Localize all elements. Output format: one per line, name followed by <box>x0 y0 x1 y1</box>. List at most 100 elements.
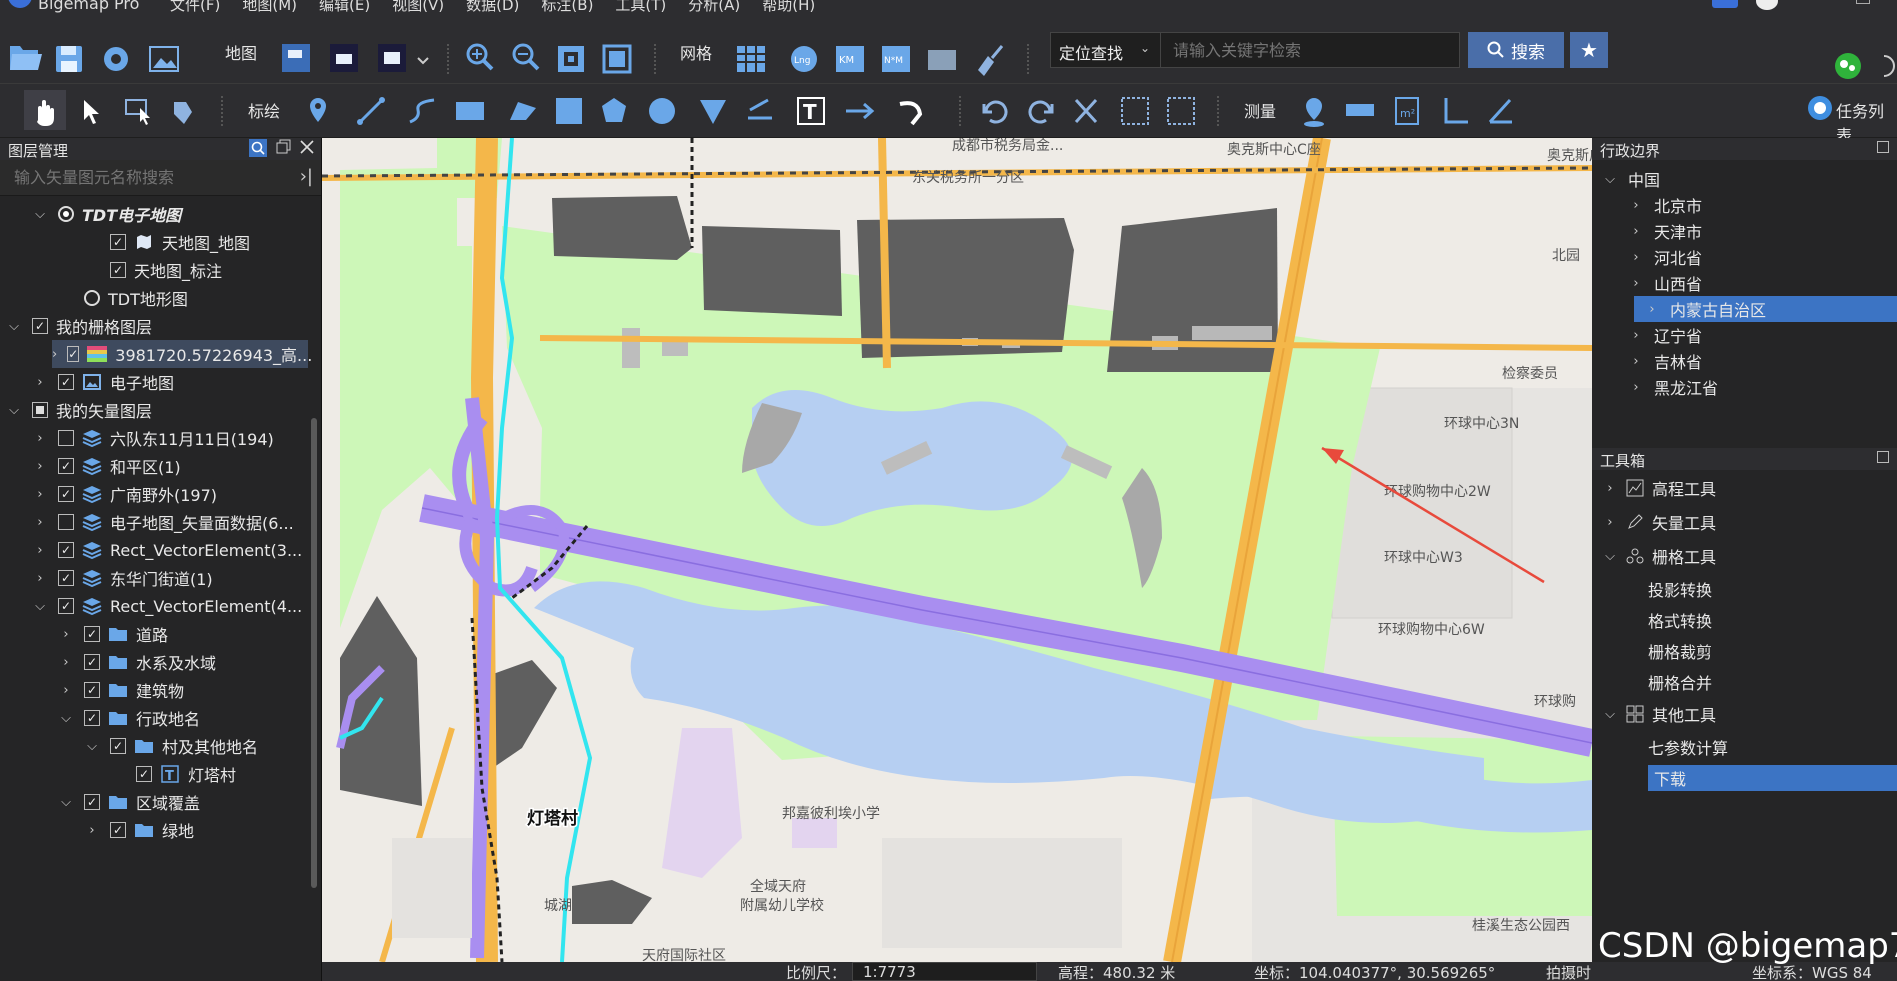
scissors-icon[interactable] <box>1074 98 1098 124</box>
polygon-fill-icon[interactable] <box>510 102 536 120</box>
arrow-draw-icon[interactable] <box>846 102 875 120</box>
layer-tree-row[interactable]: ✓ 天地图_标注 <box>0 256 310 284</box>
layer-tree-row[interactable]: ⌵ 我的矢量图层 <box>0 396 310 424</box>
layer-tree-row[interactable]: › ✓ 水系及水域 <box>0 648 310 676</box>
layer-tree-row[interactable]: ⌵ TDT电子地图 <box>0 200 310 228</box>
chevron-right-icon[interactable]: › <box>32 459 48 474</box>
layer-visibility-checkbox[interactable]: ✓ <box>58 570 74 586</box>
folder-grid-icon[interactable] <box>928 50 956 70</box>
favorite-star-button[interactable]: ★ <box>1570 32 1608 68</box>
layer-tree-row[interactable]: ⌵ ✓ 区域覆盖 <box>0 788 310 816</box>
chevron-right-icon[interactable]: › <box>1626 380 1646 395</box>
sector-draw-icon[interactable] <box>700 100 726 124</box>
select-all-icon[interactable] <box>1121 97 1149 125</box>
menu-item[interactable]: 数据(D) <box>466 0 519 15</box>
float-window-icon[interactable] <box>275 139 291 155</box>
float-window-icon[interactable] <box>1877 141 1889 153</box>
zoom-out-icon[interactable] <box>512 43 540 71</box>
layer-visibility-checkbox[interactable]: ✓ <box>58 486 74 502</box>
clear-brush-icon[interactable] <box>978 45 1004 76</box>
chevron-right-icon[interactable]: › <box>1626 224 1646 239</box>
curve-draw-icon[interactable] <box>409 98 435 124</box>
line-draw-icon[interactable] <box>357 97 385 125</box>
chevron-down-icon[interactable]: ⌵ <box>1600 172 1620 187</box>
rectangle-draw-icon[interactable] <box>456 102 484 120</box>
save-icon[interactable] <box>56 46 82 72</box>
search-toggle-icon[interactable] <box>249 139 267 157</box>
layer-tree-row[interactable]: › ✓ Rect_VectorElement(3... <box>0 536 310 564</box>
layer-tree-row[interactable]: › ✓ 绿地 <box>0 816 310 844</box>
user-avatar[interactable] <box>1756 0 1778 10</box>
layer-tree-row[interactable]: › ✓ 建筑物 <box>0 676 310 704</box>
nm-grid-icon[interactable]: N*M <box>882 46 910 72</box>
undo-icon[interactable] <box>982 100 1008 124</box>
layer-visibility-checkbox[interactable]: ✓ <box>110 234 126 250</box>
menu-item[interactable]: 帮助(H) <box>762 0 815 15</box>
image-icon[interactable] <box>149 46 179 72</box>
layer-visibility-checkbox[interactable]: ✓ <box>110 822 126 838</box>
chevron-right-icon[interactable]: › <box>58 683 74 698</box>
menu-item[interactable]: 工具(T) <box>615 0 666 15</box>
lonlat-grid-icon[interactable]: Lng <box>791 46 817 72</box>
chevron-down-icon[interactable]: ⌵ <box>32 599 48 614</box>
zoom-in-icon[interactable] <box>466 43 494 71</box>
chevron-right-icon[interactable]: › <box>32 543 48 558</box>
measure-angle-icon[interactable] <box>1488 98 1512 124</box>
point-marker-icon[interactable] <box>310 98 326 122</box>
layer-tree-row[interactable]: ⌵ ✓ Rect_VectorElement(4... <box>0 592 310 620</box>
admin-region-item[interactable]: › 山西省 <box>1592 270 1897 296</box>
measure-height-icon[interactable] <box>1444 98 1468 124</box>
float-window-icon[interactable] <box>1877 451 1889 463</box>
chevron-down-icon[interactable]: ⌵ <box>84 739 100 754</box>
radio-selected[interactable] <box>58 206 74 222</box>
admin-region-item[interactable]: › 吉林省 <box>1592 348 1897 374</box>
chevron-right-icon[interactable]: › <box>1626 354 1646 369</box>
keyword-search-input[interactable] <box>1163 33 1459 67</box>
admin-region-item[interactable]: › 黑龙江省 <box>1592 374 1897 400</box>
layer-visibility-checkbox[interactable]: ✓ <box>58 598 74 614</box>
chevron-right-icon[interactable]: › <box>52 347 57 362</box>
layer-visibility-checkbox[interactable]: ✓ <box>110 262 126 278</box>
toolbox-tool-item[interactable]: 七参数计算 <box>1628 734 1897 760</box>
layer-visibility-checkbox[interactable]: ✓ <box>84 654 100 670</box>
toolbox-tool-item[interactable]: 下载 <box>1648 765 1897 791</box>
hook-draw-icon[interactable] <box>899 101 923 126</box>
settings-gear-icon[interactable] <box>104 47 128 71</box>
chevron-right-icon[interactable]: › <box>1642 302 1662 317</box>
toolbox-group[interactable]: ⌵ 其他工具 <box>1592 700 1897 728</box>
chevron-right-icon[interactable]: › <box>1626 328 1646 343</box>
close-icon[interactable] <box>299 139 315 155</box>
layer-visibility-checkbox[interactable]: ✓ <box>58 542 74 558</box>
redo-icon[interactable] <box>1028 100 1054 124</box>
select-arrow-icon[interactable] <box>84 100 99 124</box>
layer-tree-row[interactable]: › ✓ 3981720.57226943_高... <box>52 340 312 368</box>
menu-item[interactable]: 编辑(E) <box>319 0 370 15</box>
toolbox-group[interactable]: › 矢量工具 <box>1592 508 1897 536</box>
locate-mode-select[interactable]: 定位查找 ⌄ <box>1051 33 1161 67</box>
chevron-right-icon[interactable]: › <box>1600 481 1620 496</box>
admin-region-item[interactable]: › 河北省 <box>1592 244 1897 270</box>
pentagon-draw-icon[interactable] <box>602 98 626 122</box>
chevron-down-icon[interactable]: ⌵ <box>6 319 22 334</box>
text-annotation-icon[interactable]: T <box>797 97 825 125</box>
layer-visibility-checkbox[interactable] <box>58 430 74 446</box>
layer-tree-row[interactable]: › ✓ 东华门街道(1) <box>0 564 310 592</box>
admin-region-item[interactable]: › 内蒙古自治区 <box>1634 296 1897 322</box>
chevron-down-icon[interactable]: ⌵ <box>58 711 74 726</box>
route-draw-icon[interactable] <box>748 98 772 120</box>
chevron-right-icon[interactable]: › <box>32 571 48 586</box>
layer-visibility-checkbox[interactable]: ✓ <box>32 318 48 334</box>
layer-tree-row[interactable]: ✓ T 灯塔村 <box>0 760 310 788</box>
chevron-down-icon[interactable]: ⌵ <box>58 795 74 810</box>
radio-unselected[interactable] <box>84 290 100 306</box>
layer-visibility-checkbox[interactable]: ✓ <box>84 710 100 726</box>
chevron-right-icon[interactable]: › <box>84 823 100 838</box>
layer-tree-row[interactable]: › ✓ 和平区(1) <box>0 452 310 480</box>
layer-visibility-checkbox[interactable]: ✓ <box>136 766 152 782</box>
scale-select[interactable]: 1:7773 <box>852 962 1037 981</box>
toolbox-tool-item[interactable]: 格式转换 <box>1628 607 1897 633</box>
search-button[interactable]: 搜索 <box>1468 32 1564 68</box>
collapse-search-icon[interactable]: ›| <box>300 166 313 187</box>
layer-visibility-checkbox[interactable]: ✓ <box>58 374 74 390</box>
layer-tree-row[interactable]: › 六队东11月11日(194) <box>0 424 310 452</box>
